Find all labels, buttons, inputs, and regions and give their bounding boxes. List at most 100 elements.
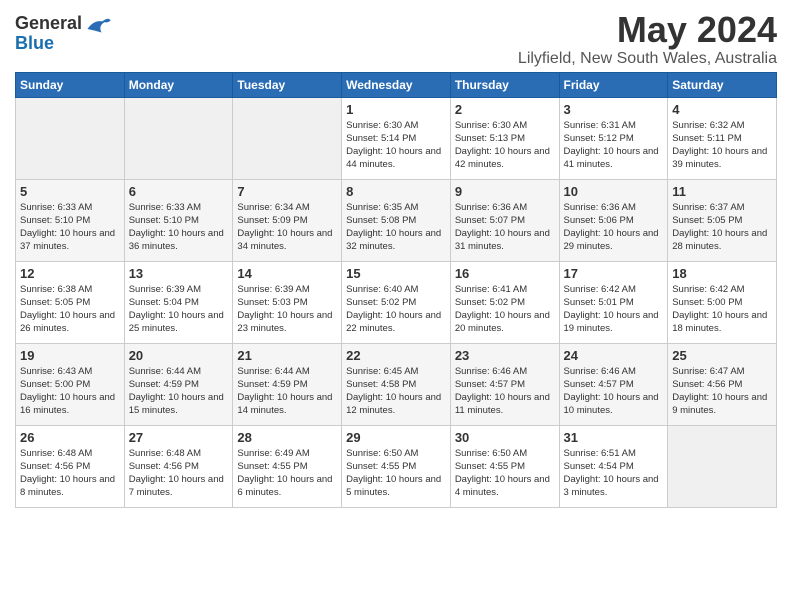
day-number: 27 <box>129 430 229 445</box>
day-info: Sunrise: 6:33 AM Sunset: 5:10 PM Dayligh… <box>20 201 120 254</box>
day-info: Sunrise: 6:49 AM Sunset: 4:55 PM Dayligh… <box>237 447 337 500</box>
day-info: Sunrise: 6:30 AM Sunset: 5:13 PM Dayligh… <box>455 119 555 172</box>
day-cell: 10 Sunrise: 6:36 AM Sunset: 5:06 PM Dayli… <box>559 179 668 261</box>
day-cell: 6 Sunrise: 6:33 AM Sunset: 5:10 PM Daylig… <box>124 179 233 261</box>
day-number: 24 <box>564 348 664 363</box>
day-info: Sunrise: 6:31 AM Sunset: 5:12 PM Dayligh… <box>564 119 664 172</box>
day-number: 30 <box>455 430 555 445</box>
day-info: Sunrise: 6:43 AM Sunset: 5:00 PM Dayligh… <box>20 365 120 418</box>
day-cell: 8 Sunrise: 6:35 AM Sunset: 5:08 PM Daylig… <box>342 179 451 261</box>
day-cell: 26 Sunrise: 6:48 AM Sunset: 4:56 PM Dayli… <box>16 425 125 507</box>
day-cell: 23 Sunrise: 6:46 AM Sunset: 4:57 PM Dayli… <box>450 343 559 425</box>
day-info: Sunrise: 6:36 AM Sunset: 5:07 PM Dayligh… <box>455 201 555 254</box>
week-row-1: 1Sunrise: 6:30 AM Sunset: 5:14 PM Daylig… <box>16 97 777 179</box>
day-number: 10 <box>564 184 664 199</box>
day-cell: 22 Sunrise: 6:45 AM Sunset: 4:58 PM Dayli… <box>342 343 451 425</box>
day-info: Sunrise: 6:50 AM Sunset: 4:55 PM Dayligh… <box>346 447 446 500</box>
day-number: 15 <box>346 266 446 281</box>
day-number: 9 <box>455 184 555 199</box>
week-row-4: 19 Sunrise: 6:43 AM Sunset: 5:00 PM Dayli… <box>16 343 777 425</box>
day-info: Sunrise: 6:40 AM Sunset: 5:02 PM Dayligh… <box>346 283 446 336</box>
day-cell: 3 Sunrise: 6:31 AM Sunset: 5:12 PM Daylig… <box>559 97 668 179</box>
header-cell-wednesday: Wednesday <box>342 72 451 97</box>
day-number: 17 <box>564 266 664 281</box>
day-number: 29 <box>346 430 446 445</box>
day-info: Sunrise: 6:42 AM Sunset: 5:00 PM Dayligh… <box>672 283 772 336</box>
day-info: Sunrise: 6:50 AM Sunset: 4:55 PM Dayligh… <box>455 447 555 500</box>
day-cell: 7Sunrise: 6:34 AM Sunset: 5:09 PM Daylig… <box>233 179 342 261</box>
day-number: 3 <box>564 102 664 117</box>
day-cell: 12 Sunrise: 6:38 AM Sunset: 5:05 PM Dayli… <box>16 261 125 343</box>
day-cell <box>233 97 342 179</box>
header-cell-sunday: Sunday <box>16 72 125 97</box>
header-cell-tuesday: Tuesday <box>233 72 342 97</box>
day-number: 6 <box>129 184 229 199</box>
day-number: 22 <box>346 348 446 363</box>
day-number: 31 <box>564 430 664 445</box>
day-cell: 31 Sunrise: 6:51 AM Sunset: 4:54 PM Dayli… <box>559 425 668 507</box>
day-cell: 28 Sunrise: 6:49 AM Sunset: 4:55 PM Dayli… <box>233 425 342 507</box>
day-cell: 20 Sunrise: 6:44 AM Sunset: 4:59 PM Dayli… <box>124 343 233 425</box>
day-info: Sunrise: 6:46 AM Sunset: 4:57 PM Dayligh… <box>455 365 555 418</box>
header-row: SundayMondayTuesdayWednesdayThursdayFrid… <box>16 72 777 97</box>
day-cell: 19 Sunrise: 6:43 AM Sunset: 5:00 PM Dayli… <box>16 343 125 425</box>
day-info: Sunrise: 6:38 AM Sunset: 5:05 PM Dayligh… <box>20 283 120 336</box>
header-cell-monday: Monday <box>124 72 233 97</box>
day-cell: 24Sunrise: 6:46 AM Sunset: 4:57 PM Dayli… <box>559 343 668 425</box>
day-number: 2 <box>455 102 555 117</box>
day-info: Sunrise: 6:35 AM Sunset: 5:08 PM Dayligh… <box>346 201 446 254</box>
day-number: 11 <box>672 184 772 199</box>
day-info: Sunrise: 6:37 AM Sunset: 5:05 PM Dayligh… <box>672 201 772 254</box>
day-number: 21 <box>237 348 337 363</box>
day-number: 28 <box>237 430 337 445</box>
page-header: General Blue May 2024 Lilyfield, New Sou… <box>15 10 777 68</box>
day-info: Sunrise: 6:48 AM Sunset: 4:56 PM Dayligh… <box>129 447 229 500</box>
day-number: 12 <box>20 266 120 281</box>
day-info: Sunrise: 6:41 AM Sunset: 5:02 PM Dayligh… <box>455 283 555 336</box>
day-cell: 14Sunrise: 6:39 AM Sunset: 5:03 PM Dayli… <box>233 261 342 343</box>
day-cell: 1Sunrise: 6:30 AM Sunset: 5:14 PM Daylig… <box>342 97 451 179</box>
day-number: 16 <box>455 266 555 281</box>
day-number: 5 <box>20 184 120 199</box>
day-cell: 15 Sunrise: 6:40 AM Sunset: 5:02 PM Dayli… <box>342 261 451 343</box>
day-number: 14 <box>237 266 337 281</box>
day-cell: 30 Sunrise: 6:50 AM Sunset: 4:55 PM Dayli… <box>450 425 559 507</box>
day-info: Sunrise: 6:44 AM Sunset: 4:59 PM Dayligh… <box>129 365 229 418</box>
day-number: 26 <box>20 430 120 445</box>
day-info: Sunrise: 6:51 AM Sunset: 4:54 PM Dayligh… <box>564 447 664 500</box>
logo-general-text: General <box>15 14 82 34</box>
day-cell: 9 Sunrise: 6:36 AM Sunset: 5:07 PM Daylig… <box>450 179 559 261</box>
day-number: 23 <box>455 348 555 363</box>
week-row-5: 26 Sunrise: 6:48 AM Sunset: 4:56 PM Dayli… <box>16 425 777 507</box>
day-cell: 2 Sunrise: 6:30 AM Sunset: 5:13 PM Daylig… <box>450 97 559 179</box>
day-info: Sunrise: 6:42 AM Sunset: 5:01 PM Dayligh… <box>564 283 664 336</box>
logo-bird-icon <box>84 15 112 43</box>
day-info: Sunrise: 6:33 AM Sunset: 5:10 PM Dayligh… <box>129 201 229 254</box>
day-cell: 16 Sunrise: 6:41 AM Sunset: 5:02 PM Dayli… <box>450 261 559 343</box>
day-cell <box>124 97 233 179</box>
day-number: 18 <box>672 266 772 281</box>
day-info: Sunrise: 6:45 AM Sunset: 4:58 PM Dayligh… <box>346 365 446 418</box>
day-cell: 5 Sunrise: 6:33 AM Sunset: 5:10 PM Daylig… <box>16 179 125 261</box>
day-info: Sunrise: 6:47 AM Sunset: 4:56 PM Dayligh… <box>672 365 772 418</box>
day-number: 4 <box>672 102 772 117</box>
day-cell: 11 Sunrise: 6:37 AM Sunset: 5:05 PM Dayli… <box>668 179 777 261</box>
day-number: 20 <box>129 348 229 363</box>
day-cell: 27 Sunrise: 6:48 AM Sunset: 4:56 PM Dayli… <box>124 425 233 507</box>
day-number: 8 <box>346 184 446 199</box>
logo: General Blue <box>15 14 112 54</box>
day-info: Sunrise: 6:36 AM Sunset: 5:06 PM Dayligh… <box>564 201 664 254</box>
day-cell: 25Sunrise: 6:47 AM Sunset: 4:56 PM Dayli… <box>668 343 777 425</box>
day-cell: 4Sunrise: 6:32 AM Sunset: 5:11 PM Daylig… <box>668 97 777 179</box>
calendar-table: SundayMondayTuesdayWednesdayThursdayFrid… <box>15 72 777 508</box>
day-cell: 29 Sunrise: 6:50 AM Sunset: 4:55 PM Dayli… <box>342 425 451 507</box>
day-cell: 17 Sunrise: 6:42 AM Sunset: 5:01 PM Dayli… <box>559 261 668 343</box>
day-info: Sunrise: 6:48 AM Sunset: 4:56 PM Dayligh… <box>20 447 120 500</box>
week-row-2: 5 Sunrise: 6:33 AM Sunset: 5:10 PM Daylig… <box>16 179 777 261</box>
header-cell-thursday: Thursday <box>450 72 559 97</box>
day-cell: 13Sunrise: 6:39 AM Sunset: 5:04 PM Dayli… <box>124 261 233 343</box>
month-title: May 2024 <box>518 10 777 50</box>
day-number: 19 <box>20 348 120 363</box>
logo-blue-text: Blue <box>15 34 82 54</box>
calendar-header: SundayMondayTuesdayWednesdayThursdayFrid… <box>16 72 777 97</box>
